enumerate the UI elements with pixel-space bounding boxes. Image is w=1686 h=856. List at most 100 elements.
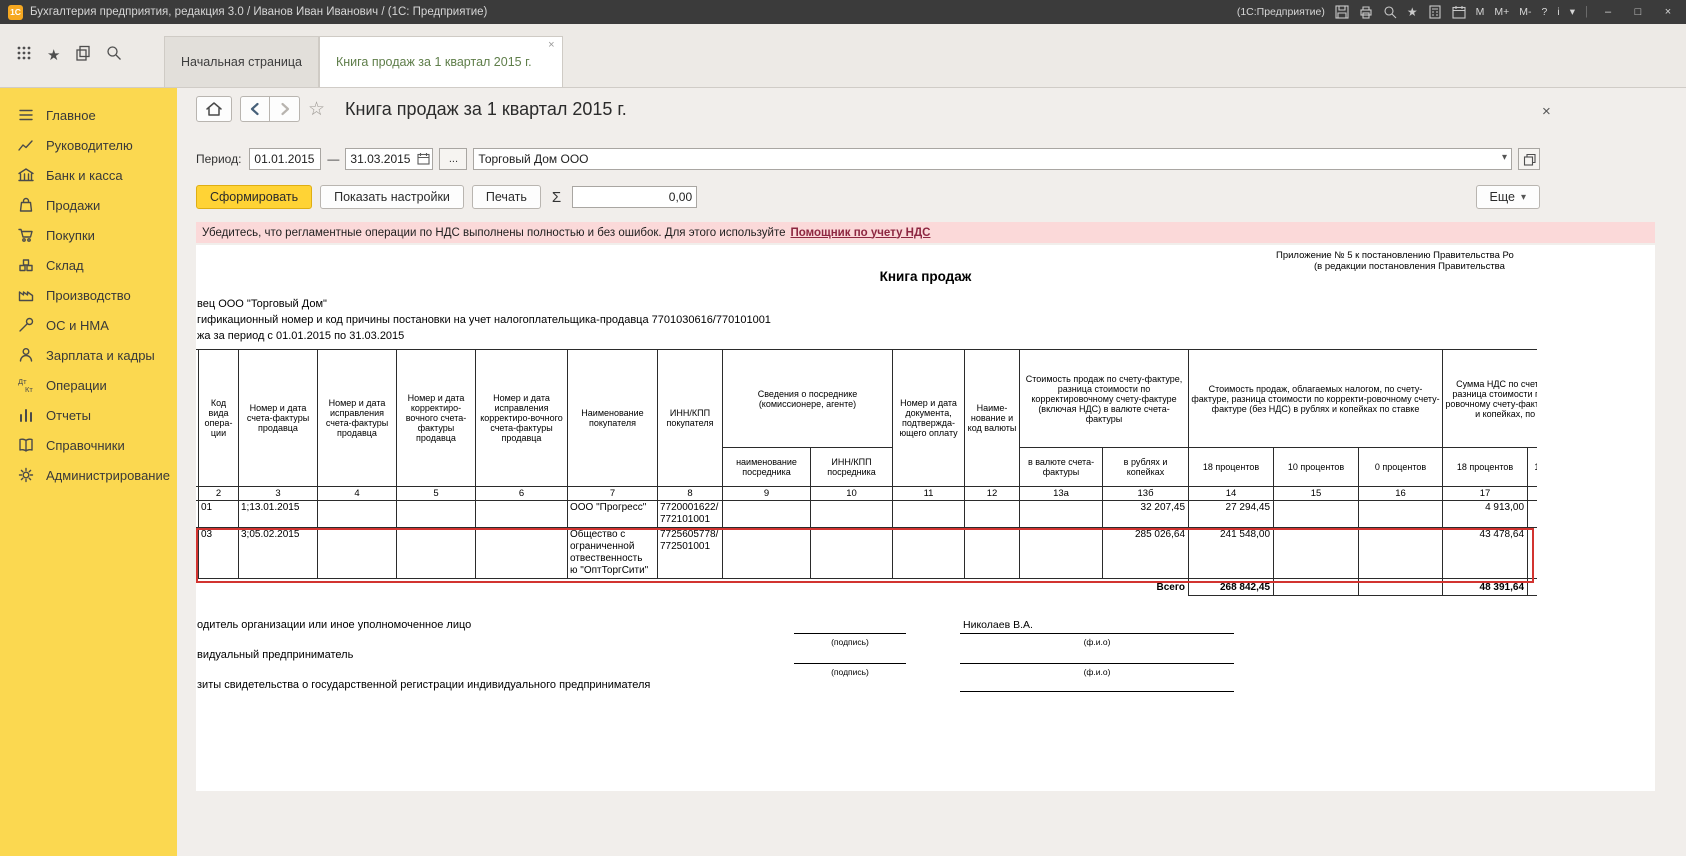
save-icon[interactable] bbox=[1335, 5, 1349, 19]
table-cell[interactable] bbox=[1358, 500, 1444, 528]
table-cell[interactable]: 03 bbox=[198, 527, 239, 579]
table-cell[interactable]: 01 bbox=[198, 500, 239, 528]
table-cell[interactable]: 4 913,00 bbox=[1442, 500, 1529, 528]
sidebar-item-reports[interactable]: Отчеты bbox=[0, 400, 177, 430]
sidebar-item-directories[interactable]: Справочники bbox=[0, 430, 177, 460]
sidebar-item-warehouse[interactable]: Склад bbox=[0, 250, 177, 280]
sidebar-item-fixed-assets[interactable]: ОС и НМА bbox=[0, 310, 177, 340]
table-cell[interactable]: Общество с ограниченной отвественность ю… bbox=[567, 527, 658, 579]
help-button[interactable]: ? bbox=[1542, 6, 1548, 18]
window-maximize-button[interactable]: □ bbox=[1628, 3, 1648, 21]
table-cell[interactable] bbox=[1358, 527, 1444, 579]
memory-m-plus-button[interactable]: M+ bbox=[1494, 6, 1509, 18]
organization-choose-button[interactable] bbox=[1518, 148, 1540, 170]
col-number: 9 bbox=[722, 486, 811, 501]
preview-magnifier-icon[interactable] bbox=[1383, 5, 1397, 19]
registration-details-line bbox=[960, 677, 1234, 692]
table-cell[interactable] bbox=[1273, 500, 1360, 528]
col-number: 11 bbox=[892, 486, 966, 501]
table-cell[interactable]: 7725605778/ 772501001 bbox=[657, 527, 723, 579]
show-settings-button[interactable]: Показать настройки bbox=[320, 185, 464, 209]
period-options-button[interactable]: ... bbox=[439, 148, 468, 170]
sidebar-item-purchases[interactable]: Покупки bbox=[0, 220, 177, 250]
sidebar-item-operations[interactable]: Дт Кт Операции bbox=[0, 370, 177, 400]
tab-close-icon[interactable]: × bbox=[548, 40, 554, 51]
sidebar-item-manager[interactable]: Руководителю bbox=[0, 130, 177, 160]
table-cell[interactable] bbox=[892, 500, 966, 528]
chevron-down-icon[interactable]: ▾ bbox=[1502, 152, 1507, 163]
table-cell[interactable] bbox=[964, 500, 1021, 528]
table-cell[interactable] bbox=[809, 527, 894, 579]
table-cell[interactable]: 1;13.01.2015 bbox=[238, 500, 318, 528]
print-icon[interactable] bbox=[1359, 5, 1373, 19]
col-number: 2 bbox=[198, 486, 239, 501]
organization-input[interactable] bbox=[473, 148, 1512, 170]
table-cell[interactable]: 27 294,45 bbox=[1188, 500, 1275, 528]
calculator-icon[interactable] bbox=[1428, 5, 1442, 19]
calendar-picker-icon[interactable] bbox=[417, 152, 430, 170]
back-button[interactable] bbox=[240, 96, 270, 122]
tab-home[interactable]: Начальная страница bbox=[164, 36, 319, 87]
totals-row: Всего 268 842,45 48 391,64 bbox=[196, 578, 1537, 596]
tab-sales-book[interactable]: Книга продаж за 1 квартал 2015 г. × bbox=[318, 36, 563, 87]
table-cell[interactable] bbox=[475, 500, 568, 528]
info-button[interactable]: i bbox=[1557, 6, 1559, 18]
table-cell[interactable] bbox=[317, 527, 397, 579]
chevron-down-icon[interactable]: ▾ bbox=[1570, 6, 1575, 18]
window-close-button[interactable]: × bbox=[1658, 3, 1678, 21]
home-button[interactable] bbox=[196, 96, 232, 122]
favorites-star-icon[interactable]: ★ bbox=[1407, 6, 1418, 18]
table-cell[interactable]: 43 478,64 bbox=[1442, 527, 1529, 579]
favorites-icon[interactable]: ★ bbox=[47, 48, 60, 63]
sidebar-item-main[interactable]: Главное bbox=[0, 100, 177, 130]
table-cell[interactable]: 285 026,64 bbox=[1102, 527, 1190, 579]
th-buyer-inn: ИНН/КПП покупателя bbox=[657, 349, 723, 487]
print-button[interactable]: Печать bbox=[471, 185, 541, 209]
table-cell[interactable]: 7720001622/ 772101001 bbox=[657, 500, 723, 528]
table-cell[interactable] bbox=[317, 500, 397, 528]
table-cell[interactable]: ООО "Прогресс" bbox=[567, 500, 658, 528]
table-cell[interactable] bbox=[964, 527, 1021, 579]
forward-button[interactable] bbox=[270, 96, 300, 122]
calendar-icon[interactable] bbox=[1452, 5, 1466, 19]
total-base18[interactable]: 268 842,45 bbox=[1188, 578, 1275, 596]
table-cell[interactable] bbox=[892, 527, 966, 579]
sidebar-item-administration[interactable]: Администрирование bbox=[0, 460, 177, 490]
table-cell[interactable]: 32 207,45 bbox=[1102, 500, 1190, 528]
table-cell[interactable] bbox=[1527, 527, 1537, 579]
table-cell[interactable] bbox=[396, 500, 476, 528]
sidebar-item-bank-cash[interactable]: Банк и касса bbox=[0, 160, 177, 190]
table-cell[interactable] bbox=[1273, 527, 1360, 579]
favorite-star-icon[interactable]: ☆ bbox=[308, 100, 325, 119]
table-cell[interactable]: 241 548,00 bbox=[1188, 527, 1275, 579]
sidebar-item-sales[interactable]: Продажи bbox=[0, 190, 177, 220]
history-copy-icon[interactable] bbox=[75, 45, 91, 66]
table-cell[interactable] bbox=[396, 527, 476, 579]
mode-label: (1С:Предприятие) bbox=[1236, 6, 1325, 18]
search-icon[interactable] bbox=[106, 45, 122, 66]
more-button[interactable]: Еще ▾ bbox=[1475, 185, 1540, 209]
memory-m-button[interactable]: M bbox=[1476, 6, 1485, 18]
table-cell[interactable]: 3;05.02.2015 bbox=[238, 527, 318, 579]
table-cell[interactable] bbox=[475, 527, 568, 579]
total-vat18[interactable]: 48 391,64 bbox=[1442, 578, 1529, 596]
th-invoice: Номер и дата счета-фактуры продавца bbox=[238, 349, 318, 487]
table-cell[interactable] bbox=[1527, 500, 1537, 528]
window-title: Бухгалтерия предприятия, редакция 3.0 / … bbox=[30, 6, 488, 18]
form-close-icon[interactable]: × bbox=[1542, 104, 1551, 119]
table-cell[interactable] bbox=[722, 500, 811, 528]
sidebar-item-payroll-hr[interactable]: Зарплата и кадры bbox=[0, 340, 177, 370]
table-cell[interactable] bbox=[1019, 500, 1104, 528]
service-menu-grid-icon[interactable] bbox=[16, 45, 32, 66]
generate-button[interactable]: Сформировать bbox=[196, 185, 313, 209]
sidebar-item-production[interactable]: Производство bbox=[0, 280, 177, 310]
vat-assistant-link[interactable]: Помощник по учету НДС bbox=[791, 227, 931, 239]
table-cell[interactable] bbox=[1019, 527, 1104, 579]
amount-input[interactable] bbox=[572, 186, 698, 208]
sigma-icon: Σ bbox=[551, 188, 562, 206]
memory-m-minus-button[interactable]: M- bbox=[1519, 6, 1531, 18]
table-cell[interactable] bbox=[722, 527, 811, 579]
period-from-input[interactable] bbox=[249, 148, 322, 170]
table-cell[interactable] bbox=[809, 500, 894, 528]
window-minimize-button[interactable]: – bbox=[1598, 3, 1618, 21]
